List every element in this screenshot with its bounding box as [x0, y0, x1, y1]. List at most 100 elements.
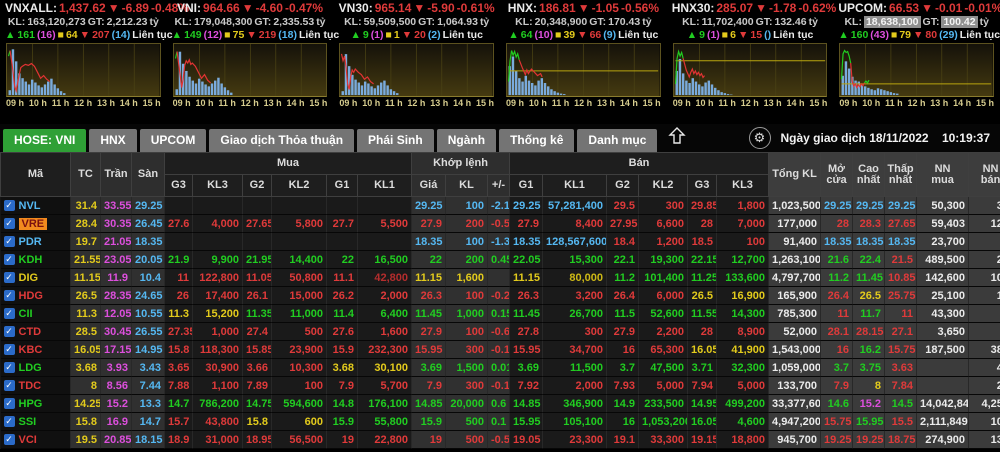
- decliners-count: 20: [414, 29, 426, 41]
- cell-tran: 21.05: [100, 232, 132, 251]
- ticker-cell[interactable]: ✓ VRE: [0, 214, 71, 233]
- tab-giao-d-ch-th-a-thu-n[interactable]: Giao dịch Thỏa thuận: [209, 129, 355, 152]
- cell-khop-chg: 0.15: [487, 304, 511, 323]
- ticker-symbol[interactable]: TDC: [19, 380, 42, 392]
- ticker-symbol[interactable]: PDR: [19, 236, 42, 248]
- row-checkbox[interactable]: ✓: [3, 218, 15, 229]
- ticker-symbol[interactable]: SSI: [19, 416, 37, 428]
- cell-mua-g3: 11.3: [164, 304, 193, 323]
- row-checkbox[interactable]: ✓: [3, 362, 15, 373]
- ticker-cell[interactable]: ✓ TDC: [0, 376, 71, 395]
- tab-th-ng-k-[interactable]: Thống kê: [499, 129, 575, 152]
- down-triangle-icon: ▼: [737, 29, 749, 41]
- col-header: Tổng KL: [768, 152, 822, 197]
- collapse-arrow-icon[interactable]: [666, 126, 688, 151]
- cell-ban-kl3: 4,600: [716, 412, 770, 431]
- tab-danh-m-c[interactable]: Danh mục: [577, 129, 658, 152]
- ty-label: tỷ: [642, 16, 652, 28]
- cell-ban-kl3: 133,600: [716, 268, 770, 287]
- ticker-symbol[interactable]: VCI: [19, 434, 37, 446]
- tab-upcom[interactable]: UPCOM: [139, 129, 207, 152]
- time-tick: 09 h: [339, 98, 358, 108]
- row-checkbox[interactable]: ✓: [3, 272, 15, 283]
- cell-san: 18.15: [131, 430, 165, 449]
- ticker-symbol[interactable]: VRE: [18, 217, 48, 230]
- index-panel-hnx30[interactable]: HNX30: 285.07 ▼ -1.78 -0.62% KL: 11,702,400 GT:…: [667, 0, 837, 124]
- row-checkbox[interactable]: ✓: [3, 326, 15, 337]
- market-tab-bar: HOSE: VNI HNX UPCOM Giao dịch Thỏa thuận Phá…: [0, 124, 1000, 152]
- row-checkbox[interactable]: ✓: [3, 236, 15, 247]
- decliners-count: 207: [92, 29, 110, 41]
- index-panel-vn30[interactable]: VN30: 965.14 ▼ -5.90 -0.61% KL: 59,509,500 GT: 1…: [333, 0, 500, 124]
- ticker-cell[interactable]: ✓ VCI: [0, 430, 71, 449]
- ticker-symbol[interactable]: LDG: [19, 362, 42, 374]
- ticker-cell[interactable]: ✓ CTD: [0, 322, 71, 341]
- index-name: VNXALL:: [5, 1, 57, 15]
- ticker-cell[interactable]: ✓ HDG: [0, 286, 71, 305]
- tab-hose-vni[interactable]: HOSE: VNI: [3, 129, 87, 152]
- time-tick: 14 h: [953, 98, 972, 108]
- ticker-symbol[interactable]: DIG: [19, 272, 39, 284]
- ticker-cell[interactable]: ✓ KBC: [0, 340, 71, 359]
- ticker-cell[interactable]: ✓ NVL: [0, 196, 71, 215]
- time-tick: 10 h: [695, 98, 714, 108]
- ticker-symbol[interactable]: HPG: [19, 398, 43, 410]
- ticker-symbol[interactable]: KDH: [19, 254, 43, 266]
- index-panel-vni[interactable]: VNI: 964.66 ▼ -4.60 -0.47% KL: 179,048,300 GT: 2…: [167, 0, 340, 124]
- advancers-count: 160: [850, 29, 869, 41]
- ticker-symbol[interactable]: CTD: [19, 326, 42, 338]
- cell-ban-g3: 28: [687, 214, 718, 233]
- cell-khop-chg: 0.6: [487, 394, 511, 413]
- index-panel-vnxall[interactable]: VNXALL: 1,437.62 ▼ -6.89 -0.48% KL: 163,120,27…: [0, 0, 189, 124]
- row-checkbox[interactable]: ✓: [3, 254, 15, 265]
- row-checkbox[interactable]: ✓: [3, 290, 15, 301]
- row-checkbox[interactable]: ✓: [3, 398, 15, 409]
- cell-mua-g3: [164, 232, 193, 251]
- tab-ng-nh[interactable]: Ngành: [436, 129, 497, 152]
- ticker-symbol[interactable]: KBC: [19, 344, 43, 356]
- ticker-cell[interactable]: ✓ KDH: [0, 250, 71, 269]
- ticker-cell[interactable]: ✓ LDG: [0, 358, 71, 377]
- ticker-symbol[interactable]: NVL: [19, 200, 41, 212]
- cell-khop-gia: 26.3: [411, 286, 446, 305]
- ticker-symbol[interactable]: CII: [19, 308, 33, 320]
- cell-tong-kl: 165,900: [768, 286, 822, 305]
- row-checkbox[interactable]: ✓: [3, 308, 15, 319]
- row-checkbox[interactable]: ✓: [3, 200, 15, 211]
- cell-khop-kl: 300: [445, 376, 488, 395]
- tab-ph-i-sinh[interactable]: Phái Sinh: [357, 129, 434, 152]
- row-checkbox[interactable]: ✓: [3, 344, 15, 355]
- index-panel-upcom[interactable]: UPCOM: 66.53 ▼ -0.01 -0.01% KL: 18,638,100 GT: 1…: [833, 0, 1000, 124]
- index-change: -5.90: [427, 1, 455, 15]
- ticker-cell[interactable]: ✓ HPG: [0, 394, 71, 413]
- row-checkbox[interactable]: ✓: [3, 380, 15, 391]
- settings-gear-icon[interactable]: ⚙: [748, 127, 771, 149]
- floor-count: (14): [111, 29, 131, 41]
- up-triangle-icon: ▲: [508, 29, 519, 41]
- cell-tc: 26.5: [70, 286, 101, 305]
- cell-tran: 30.45: [100, 322, 132, 341]
- ticker-symbol[interactable]: HDG: [19, 290, 43, 302]
- index-panel-hnx[interactable]: HNX: 186.81 ▼ -1.05 -0.56% KL: 20,348,900 GT: 17…: [500, 0, 667, 124]
- session-state-label: Liên tục: [442, 29, 483, 41]
- session-state-label: Liên tục: [959, 29, 1000, 41]
- row-checkbox[interactable]: ✓: [3, 434, 15, 445]
- cell-thap-nhat: 3.63: [884, 358, 918, 377]
- ticker-cell[interactable]: ✓ DIG: [0, 268, 71, 287]
- cell-mua-g1: [326, 232, 358, 251]
- cell-ban-kl2: 233,500: [638, 394, 689, 413]
- row-checkbox[interactable]: ✓: [3, 416, 15, 427]
- cell-tc: 15.8: [70, 412, 101, 431]
- cell-mua-kl3: 786,200: [192, 394, 243, 413]
- tab-hnx[interactable]: HNX: [89, 129, 137, 152]
- cell-thap-nhat: 21.5: [884, 250, 918, 269]
- ticker-cell[interactable]: ✓ SSI: [0, 412, 71, 431]
- time-tick: 09 h: [506, 98, 525, 108]
- ticker-cell[interactable]: ✓ CII: [0, 304, 71, 323]
- ticker-cell[interactable]: ✓ PDR: [0, 232, 71, 251]
- cell-khop-gia: 3.69: [411, 358, 446, 377]
- index-name: VN30:: [338, 1, 373, 15]
- cell-tong-kl: 33,377,600: [768, 394, 822, 413]
- down-triangle-icon: ▼: [577, 29, 588, 41]
- decliners-count: 219: [258, 29, 277, 41]
